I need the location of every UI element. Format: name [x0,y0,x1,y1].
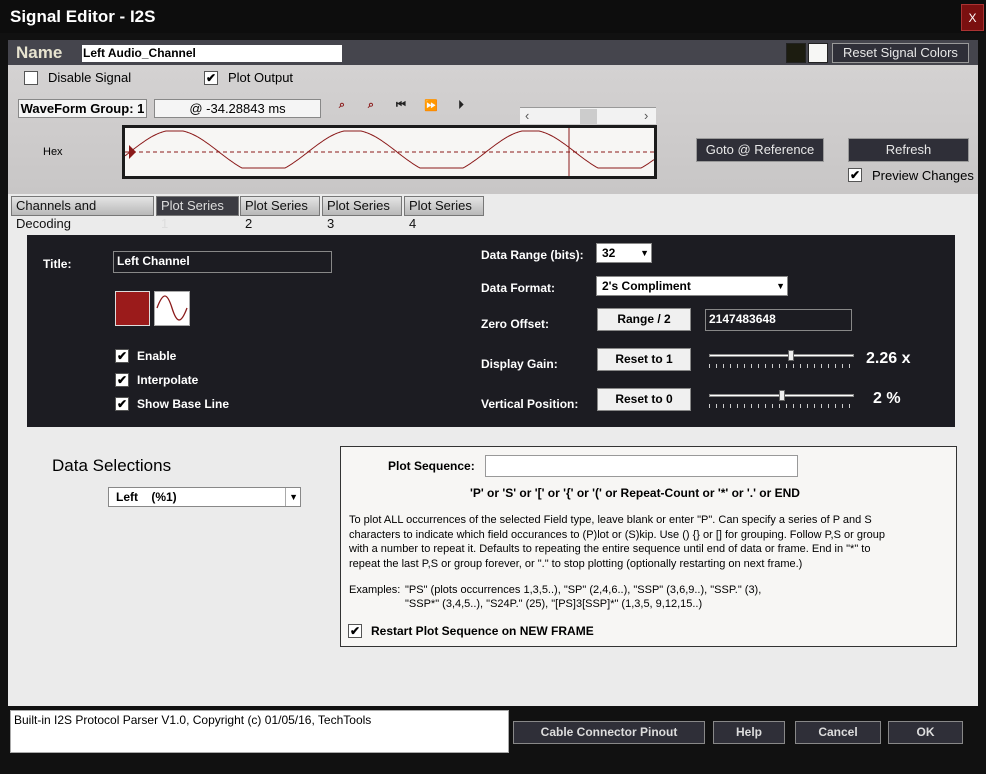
series-title-input[interactable]: Left Channel [113,251,332,273]
window-title: Signal Editor - I2S [10,7,156,26]
enable-label: Enable [137,349,177,363]
slider-thumb[interactable] [778,390,785,401]
reset-position-button[interactable]: Reset to 0 [597,388,691,411]
data-range-select[interactable]: 32 ▼ [596,243,652,263]
plot-sequence-label: Plot Sequence: [388,459,475,473]
row-label-hex: Hex [43,146,63,158]
preview-changes-checkbox[interactable]: ✔ [848,168,862,182]
data-selection-select[interactable]: Left (%1) ▼ [108,487,301,507]
title-label: Title: [43,257,72,271]
examples-label: Examples: [349,584,401,596]
chevron-down-icon: ▼ [640,248,649,258]
fast-forward-icon[interactable]: ⏩ [421,99,441,117]
time-readout: @ -34.28843 ms [154,99,321,118]
zoom-in-out-icon[interactable]: ⌕ [361,99,381,117]
plot-output-label: Plot Output [228,70,294,85]
close-button[interactable]: X [961,4,984,31]
scroll-right-icon[interactable]: › [644,108,648,123]
enable-checkbox[interactable]: ✔ [115,349,129,363]
zero-offset-input[interactable]: 2147483648 [705,309,852,331]
plot-sequence-input[interactable] [485,455,798,477]
scroll-thumb[interactable] [580,109,597,124]
trace-path [124,130,655,169]
scroll-left-icon[interactable]: ‹ [525,108,529,123]
waveform-group[interactable]: WaveForm Group: 1 [18,99,147,118]
signal-name-input[interactable]: Left Audio_Channel [82,45,342,62]
plot-output-checkbox[interactable]: ✔ [204,71,218,85]
waveform-scrollbar[interactable]: ‹ › [520,107,656,124]
interpolate-label: Interpolate [137,373,199,387]
data-format-label: Data Format: [481,281,556,295]
vertical-position-label: Vertical Position: [481,397,579,411]
cable-pinout-button[interactable]: Cable Connector Pinout [513,721,705,744]
tab-channels-decoding[interactable]: Channels and Decoding [11,196,154,231]
data-format-value: 2's Compliment [602,279,691,293]
data-range-label: Data Range (bits): [481,248,584,262]
vertical-position-value: 2 % [873,390,901,407]
waveform-preview [122,125,657,179]
color-swatch-background[interactable] [786,43,806,63]
vertical-position-slider[interactable] [709,390,854,412]
tab-plot-series-3[interactable]: Plot Series 3 [322,196,402,231]
tab-plot-series-4[interactable]: Plot Series 4 [404,196,484,231]
goto-reference-button[interactable]: Goto @ Reference [696,138,824,162]
step-icon[interactable]: ⏵ [451,99,471,117]
restart-sequence-label: Restart Plot Sequence on NEW FRAME [371,624,594,638]
cancel-button[interactable]: Cancel [795,721,881,744]
help-line: repeat the last P,S or group forever, or… [349,557,803,570]
disable-signal-checkbox[interactable] [24,71,38,85]
data-format-select[interactable]: 2's Compliment ▼ [596,276,788,296]
display-gain-label: Display Gain: [481,357,558,371]
slider-thumb[interactable] [788,350,795,361]
reset-gain-button[interactable]: Reset to 1 [597,348,691,371]
help-line: with a number to repeat it. Defaults to … [349,543,871,555]
ok-button[interactable]: OK [888,721,963,744]
refresh-button[interactable]: Refresh [848,138,969,162]
disable-signal-label: Disable Signal [48,70,132,85]
chevron-down-icon: ▼ [285,488,298,506]
help-line: characters to indicate which field occur… [349,528,885,541]
data-range-value: 32 [602,246,616,260]
plot-sequence-hint: 'P' or 'S' or '[' or '{' or '(' or Repea… [470,486,800,500]
restart-sequence-checkbox[interactable]: ✔ [348,624,362,638]
reset-signal-colors-button[interactable]: Reset Signal Colors [832,43,969,63]
data-selections-heading: Data Selections [52,456,172,475]
sine-wave-icon[interactable] [154,291,190,326]
zero-offset-label: Zero Offset: [481,317,550,331]
interpolate-checkbox[interactable]: ✔ [115,373,129,387]
data-selection-value: Left (%1) [116,490,177,504]
range-half-button[interactable]: Range / 2 [597,308,691,331]
color-swatch-foreground[interactable] [808,43,828,63]
status-text: Built-in I2S Protocol Parser V1.0, Copyr… [10,710,509,753]
examples-line: "SSP*" (3,4,5..), "S24P." (25), "[PS]3[S… [405,598,703,610]
tab-plot-series-1[interactable]: Plot Series 1 [156,196,239,231]
show-base-line-checkbox[interactable]: ✔ [115,397,129,411]
show-base-line-label: Show Base Line [137,397,230,411]
examples-line: "PS" (plots occurrences 1,3,5..), "SP" (… [405,584,762,596]
tab-plot-series-2[interactable]: Plot Series 2 [240,196,320,231]
series-color-swatch[interactable] [115,291,150,326]
help-button[interactable]: Help [713,721,785,744]
name-label: Name [16,43,63,62]
help-line: To plot ALL occurrences of the selected … [349,514,872,526]
preview-changes-label: Preview Changes [872,168,974,183]
chevron-down-icon: ▼ [776,281,785,291]
waveform-trace [124,128,655,176]
display-gain-value: 2.26 x [866,350,911,367]
zoom-signal-icon[interactable]: ⌕ [332,99,352,117]
plot-sequence-help: To plot ALL occurrences of the selected … [349,513,949,571]
display-gain-slider[interactable] [709,350,854,372]
jump-start-end-icon[interactable]: ⏮ [391,99,411,117]
